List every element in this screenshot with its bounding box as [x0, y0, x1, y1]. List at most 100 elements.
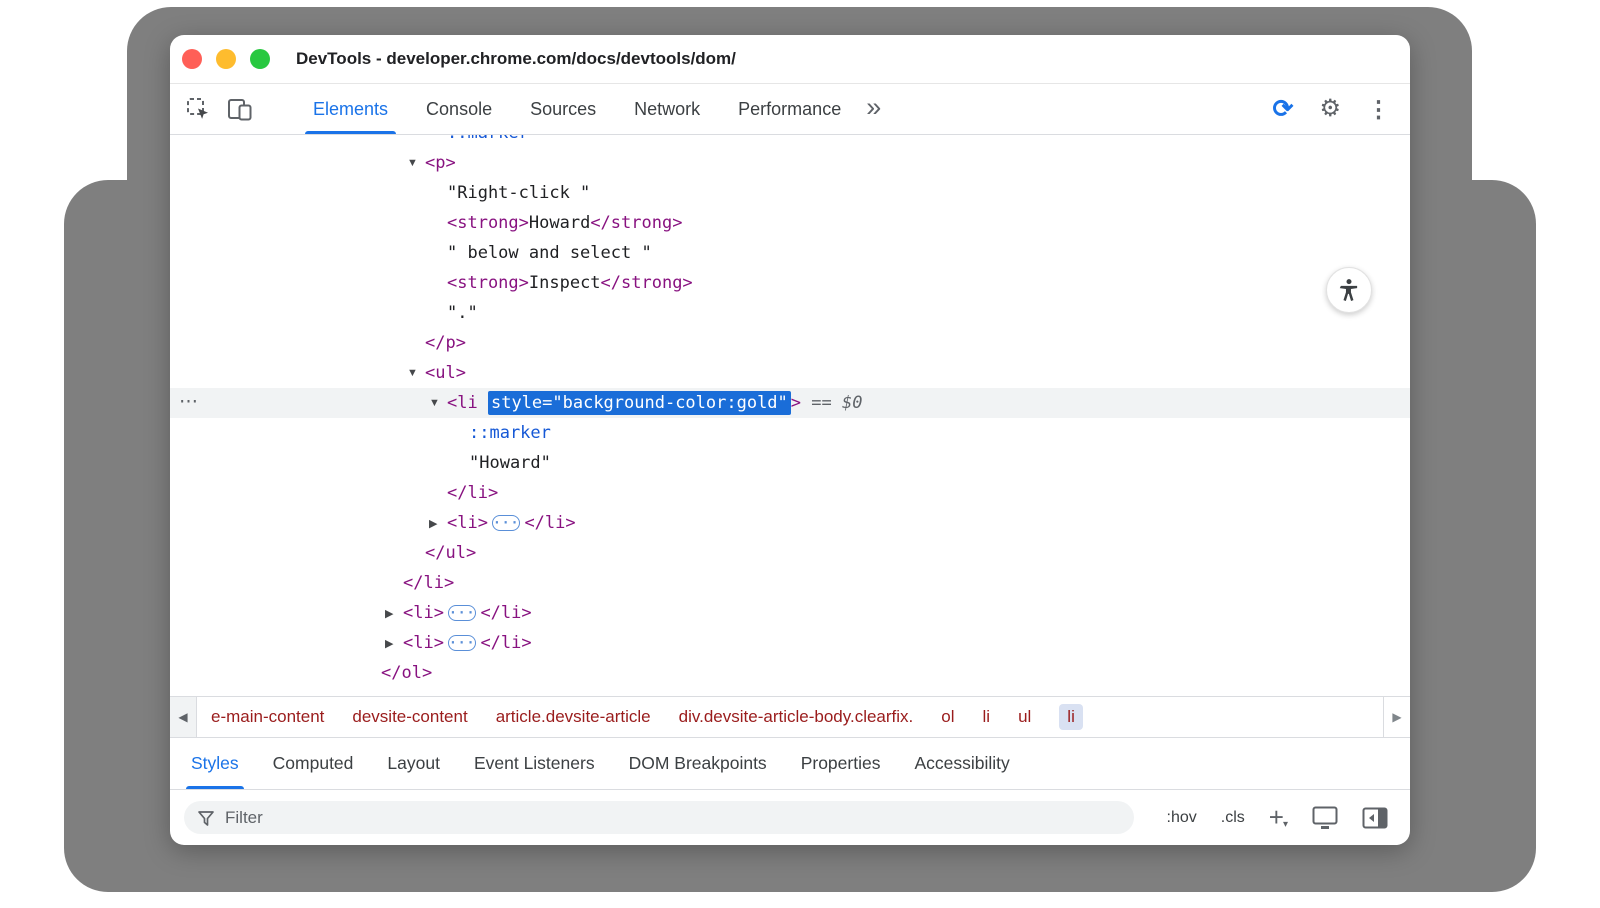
breadcrumb-item[interactable]: div.devsite-article-body.clearfix.: [679, 707, 914, 727]
code-token-tag: <li>: [403, 603, 444, 623]
dom-tree-row[interactable]: </li>: [170, 478, 1410, 508]
expand-arrow-icon[interactable]: ▶: [429, 517, 447, 530]
expand-arrow-icon[interactable]: ▶: [385, 607, 403, 620]
code-token-tag: </li>: [524, 513, 575, 533]
breadcrumb-item[interactable]: article.devsite-article: [496, 707, 651, 727]
filter-pill[interactable]: [184, 801, 1134, 834]
breadcrumb-item[interactable]: e-main-content: [211, 707, 324, 727]
dom-tree-row[interactable]: </ol>: [170, 658, 1410, 688]
tab-performance[interactable]: Performance: [719, 84, 860, 134]
sidebar-tab-layout[interactable]: Layout: [370, 738, 457, 789]
code-token-tag: <strong>: [447, 213, 529, 233]
accessibility-button[interactable]: [1326, 267, 1372, 313]
breadcrumb-item-selected[interactable]: li: [1059, 704, 1083, 730]
accessibility-person-icon: [1336, 277, 1362, 303]
dom-tree-row[interactable]: ::marker: [170, 418, 1410, 448]
dom-tree-row[interactable]: ".": [170, 298, 1410, 328]
sidebar-tab-event-listeners[interactable]: Event Listeners: [457, 738, 612, 789]
dom-tree-row[interactable]: ▼<ul>: [170, 358, 1410, 388]
plus-icon: +: [1269, 807, 1284, 828]
caret-down-icon: ▾: [1283, 820, 1288, 830]
code-token-tag: <li>: [403, 633, 444, 653]
code-token-attrsel: style="background-color:gold": [488, 391, 791, 415]
dom-tree-row[interactable]: </li>: [170, 568, 1410, 598]
zoom-window-button[interactable]: [250, 49, 270, 69]
kebab-menu-icon[interactable]: ⋮: [1367, 98, 1390, 121]
dom-tree-row[interactable]: </ul>: [170, 538, 1410, 568]
dom-tree-row-selected[interactable]: ⋯▼<li style="background-color:gold"> == …: [170, 388, 1410, 418]
filter-funnel-icon: [197, 809, 215, 827]
tab-elements[interactable]: Elements: [294, 84, 407, 134]
new-style-rule-button[interactable]: + ▾: [1269, 807, 1288, 828]
device-toolbar-icon[interactable]: [226, 95, 254, 123]
sidebar-tab-styles[interactable]: Styles: [174, 738, 256, 789]
main-toolbar: ElementsConsoleSourcesNetworkPerformance…: [170, 84, 1410, 135]
code-token-text: Inspect: [529, 273, 601, 293]
breadcrumb-item[interactable]: devsite-content: [352, 707, 467, 727]
collapse-arrow-icon[interactable]: ▼: [407, 157, 425, 169]
breadcrumb-scroll-left-icon[interactable]: ◀: [170, 697, 197, 737]
dom-tree-row[interactable]: ▼<p>: [170, 148, 1410, 178]
code-token-tag: </strong>: [601, 273, 693, 293]
dom-tree-row[interactable]: </p>: [170, 328, 1410, 358]
sidebar-tab-dom-breakpoints[interactable]: DOM Breakpoints: [612, 738, 784, 789]
dom-tree-row[interactable]: "Right-click ": [170, 178, 1410, 208]
dom-tree-row[interactable]: ::marker: [170, 135, 1410, 148]
breadcrumb-item[interactable]: li: [983, 707, 991, 727]
code-token-text: "Howard": [469, 453, 551, 473]
row-options-icon[interactable]: ⋯: [179, 391, 199, 414]
dock-sidebar-icon[interactable]: [1362, 807, 1388, 829]
breadcrumb-item[interactable]: ol: [941, 707, 954, 727]
sidebar-tab-accessibility[interactable]: Accessibility: [897, 738, 1026, 789]
code-token-tag: <strong>: [447, 273, 529, 293]
tab-console[interactable]: Console: [407, 84, 511, 134]
dom-tree-row[interactable]: ▶<li>···</li>: [170, 508, 1410, 538]
code-token-tag: </li>: [403, 573, 454, 593]
code-token-ellipsis[interactable]: ···: [448, 635, 476, 651]
dom-tree-row[interactable]: ▶<li>···</li>: [170, 598, 1410, 628]
code-token-text: Howard: [529, 213, 590, 233]
breadcrumb-item[interactable]: ul: [1018, 707, 1031, 727]
code-token-tag: </ol>: [381, 663, 432, 683]
styles-filter-bar: :hov .cls + ▾: [170, 789, 1410, 845]
code-token-ellipsis[interactable]: ···: [448, 605, 476, 621]
code-token-tag: </li>: [480, 633, 531, 653]
minimize-window-button[interactable]: [216, 49, 236, 69]
expand-arrow-icon[interactable]: ▶: [385, 637, 403, 650]
code-token-text: [478, 393, 488, 413]
dom-tree-row[interactable]: <strong>Howard</strong>: [170, 208, 1410, 238]
code-token-tag: </li>: [480, 603, 531, 623]
more-panels-icon[interactable]: »: [866, 94, 881, 125]
pseudo-state-button[interactable]: :hov: [1167, 809, 1197, 827]
traffic-lights: [182, 49, 270, 69]
code-token-pseudo: ::marker: [469, 423, 551, 443]
inspect-element-icon[interactable]: [184, 95, 212, 123]
sidebar-tab-properties[interactable]: Properties: [784, 738, 898, 789]
breadcrumb-scroll-right-icon[interactable]: ▶: [1383, 697, 1410, 737]
tab-sources[interactable]: Sources: [511, 84, 615, 134]
dom-tree-row[interactable]: <strong>Inspect</strong>: [170, 268, 1410, 298]
code-token-dollar: $0: [842, 393, 862, 413]
code-token-tag: <ul>: [425, 363, 466, 383]
filter-input[interactable]: [225, 808, 1121, 828]
collapse-arrow-icon[interactable]: ▼: [407, 367, 425, 379]
code-token-ellipsis[interactable]: ···: [492, 515, 520, 531]
dom-tree-row[interactable]: " below and select ": [170, 238, 1410, 268]
dom-tree-row[interactable]: "Howard": [170, 448, 1410, 478]
code-token-tag: <li: [447, 393, 478, 413]
titlebar: DevTools - developer.chrome.com/docs/dev…: [170, 35, 1410, 84]
rendering-emulation-icon[interactable]: [1312, 806, 1338, 830]
close-window-button[interactable]: [182, 49, 202, 69]
sync-icon[interactable]: ⟳: [1273, 97, 1294, 122]
breadcrumb-list: e-main-content devsite-content article.dev…: [197, 697, 1097, 737]
sidebar-tab-computed[interactable]: Computed: [256, 738, 371, 789]
collapse-arrow-icon[interactable]: ▼: [429, 397, 447, 409]
element-classes-button[interactable]: .cls: [1221, 809, 1245, 827]
code-token-tag: </ul>: [425, 543, 476, 563]
tab-network[interactable]: Network: [615, 84, 719, 134]
settings-gear-icon[interactable]: ⚙: [1319, 97, 1341, 121]
panel-tabs: ElementsConsoleSourcesNetworkPerformance: [294, 84, 860, 134]
dom-tree-row[interactable]: ▶<li>···</li>: [170, 628, 1410, 658]
code-token-pseudo: ::marker: [447, 135, 529, 143]
code-token-text: " below and select ": [447, 243, 652, 263]
